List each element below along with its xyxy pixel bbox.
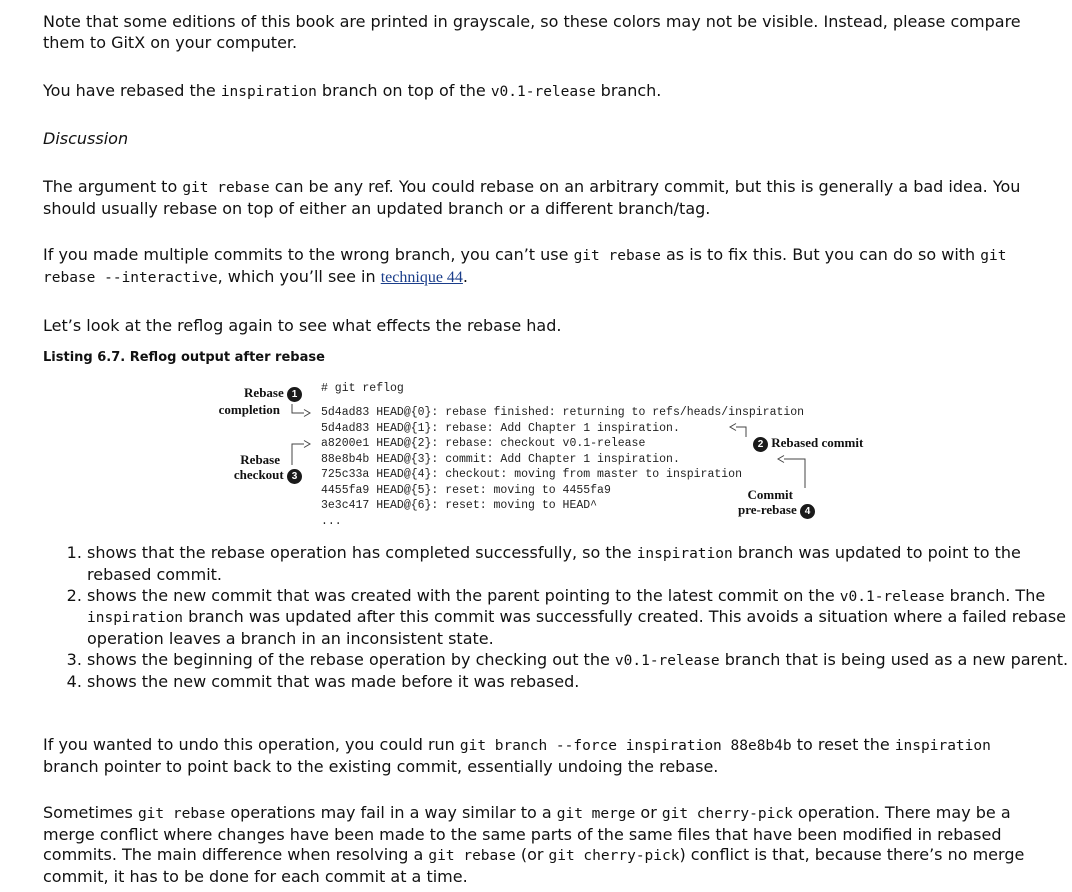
code-line: 4455fa9 HEAD@{5}: reset: moving to 4455f…	[321, 483, 611, 497]
code-line: 725c33a HEAD@{4}: checkout: moving from …	[321, 468, 742, 481]
inline-code: git merge	[556, 806, 636, 822]
listing-title: Listing 6.7. Reflog output after rebase	[43, 350, 325, 365]
code-line: 88e8b4b HEAD@{3}: commit: Add Chapter 1 …	[321, 452, 680, 466]
callout-4-arrow	[784, 458, 806, 488]
paragraph-rebased-summary: You have rebased the inspiration branch …	[43, 81, 662, 100]
callout-rebase-checkout: Rebase checkout 3	[210, 452, 302, 484]
inline-code: inspiration	[87, 610, 184, 627]
callout-commit-pre-rebase: Commit pre-rebase 4	[700, 487, 815, 519]
inline-code: v0.1-release	[614, 652, 720, 669]
paragraph-undo-rebase: If you wanted to undo this operation, yo…	[43, 735, 991, 776]
inline-code: git rebase	[428, 848, 516, 864]
inline-code: inspiration	[894, 738, 991, 754]
inline-code: git cherry-pick	[661, 806, 793, 822]
code-line: 3e3c417 HEAD@{6}: reset: moving to HEAD^	[321, 499, 598, 512]
list-item: shows the new commit that was created wi…	[87, 586, 1072, 650]
discussion-heading: Discussion	[43, 129, 129, 148]
inline-code: git rebase	[137, 806, 226, 822]
code-line: # git reflog	[321, 382, 404, 395]
callout-rebase-completion: Rebase 1 completion	[210, 385, 302, 417]
code-line: a8200e1 HEAD@{2}: rebase: checkout v0.1-…	[321, 437, 646, 450]
callout-2-arrow	[736, 426, 747, 437]
callout-explanation-list: shows that the rebase operation has comp…	[43, 543, 1072, 693]
callout-number-badge: 4	[800, 503, 815, 519]
paragraph-rebase-argument: The argument to git rebase can be any re…	[43, 177, 1021, 218]
list-item: shows the beginning of the rebase operat…	[87, 650, 1072, 672]
callout-3-arrowhead	[303, 440, 311, 448]
paragraph-multiple-commits: If you made multiple commits to the wron…	[43, 245, 1007, 286]
paragraph-reflog-intro: Let’s look at the reflog again to see wh…	[43, 316, 562, 335]
inline-code: git rebase	[182, 180, 270, 196]
paragraph-grayscale-note: Note that some editions of this book are…	[43, 12, 1021, 52]
callout-4-arrowhead	[777, 455, 785, 463]
inline-code: inspiration	[636, 546, 733, 562]
callout-1-arrowhead	[303, 409, 311, 417]
callout-number-badge: 3	[287, 468, 302, 484]
paragraph-rebase-conflicts: Sometimes git rebase operations may fail…	[43, 803, 1025, 886]
inline-code: git rebase	[573, 248, 661, 264]
code-line: 5d4ad83 HEAD@{0}: rebase finished: retur…	[321, 406, 805, 419]
list-item: shows the new commit that was made befor…	[87, 672, 1072, 693]
code-line: ...	[321, 514, 342, 528]
code-line: 5d4ad83 HEAD@{1}: rebase: Add Chapter 1 …	[321, 421, 680, 435]
callout-number-badge: 1	[287, 386, 302, 402]
inline-code: v0.1-release	[839, 588, 945, 605]
callout-rebased-commit: 2 Rebased commit	[753, 435, 893, 452]
book-page: Note that some editions of this book are…	[0, 0, 1072, 892]
inline-code: v0.1-release	[490, 84, 596, 100]
inline-code: git branch --force inspiration 88e8b4b	[459, 738, 792, 754]
reflog-listing-figure: # git reflog 5d4ad83 HEAD@{0}: rebase fi…	[200, 378, 900, 530]
list-item: shows that the rebase operation has comp…	[87, 543, 1072, 586]
callout-number-badge: 2	[753, 436, 768, 452]
inline-code: git cherry-pick	[548, 848, 680, 864]
technique-44-link[interactable]: technique 44	[381, 269, 463, 286]
callout-2-arrowhead	[729, 423, 737, 431]
inline-code: inspiration	[220, 84, 317, 100]
